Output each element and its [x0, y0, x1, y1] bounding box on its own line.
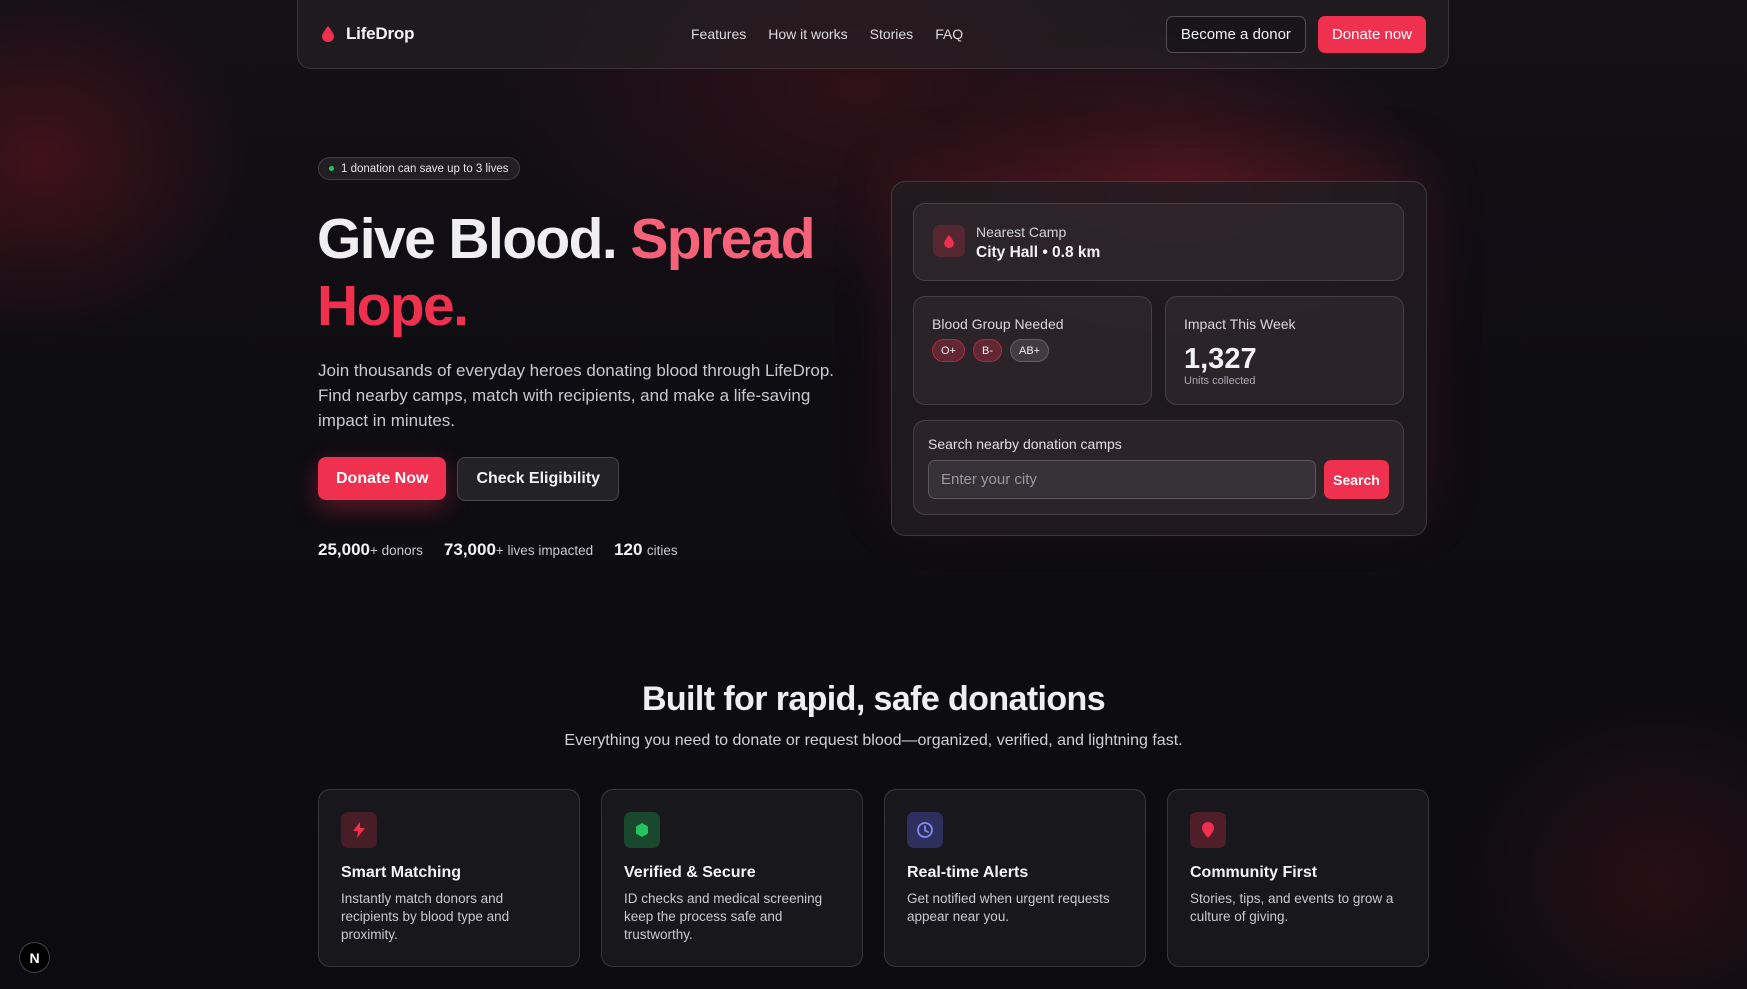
impact-card: Impact This Week 1,327 Units collected	[1165, 296, 1404, 405]
bolt-icon	[341, 812, 377, 848]
hero-title: Give Blood. Spread Hope.	[317, 206, 857, 340]
blood-group-chip[interactable]: B-	[972, 339, 1002, 362]
feature-name: Verified & Secure	[624, 864, 756, 881]
nearest-camp-value: City Hall • 0.8 km	[976, 244, 1101, 261]
nextjs-dev-badge[interactable]: N	[19, 942, 50, 973]
stat-value: 120	[614, 540, 643, 559]
hero-title-dot: .	[453, 274, 469, 338]
feature-card-smart-matching: Smart Matching Instantly match donors an…	[318, 789, 580, 967]
stat-cities: 120 cities	[614, 540, 678, 560]
nav-actions: Become a donor Donate now	[1165, 15, 1426, 53]
stat-label: + donors	[370, 543, 423, 558]
hero-title-part1: Give Blood.	[317, 207, 618, 271]
hero-stats: 25,000+ donors 73,000+ lives impacted 12…	[318, 540, 678, 560]
impact-value: 1,327	[1184, 343, 1257, 375]
donate-now-nav-button[interactable]: Donate now	[1317, 15, 1426, 53]
blood-drop-icon	[933, 225, 965, 257]
feature-card-realtime-alerts: Real-time Alerts Get notified when urgen…	[884, 789, 1146, 967]
stat-value: 73,000	[443, 540, 496, 559]
stat-lives: 73,000+ lives impacted	[444, 540, 593, 560]
feature-card-verified-secure: Verified & Secure ID checks and medical …	[601, 789, 863, 967]
feature-description: Get notified when urgent requests appear…	[907, 891, 1110, 924]
map-pin-icon	[1190, 812, 1226, 848]
hero-description: Join thousands of everyday heroes donati…	[318, 361, 835, 430]
search-button[interactable]: Search	[1324, 460, 1389, 499]
stat-label: cities	[646, 543, 678, 558]
hero-pill-text: 1 donation can save up to 3 lives	[341, 162, 509, 175]
donate-now-button[interactable]: Donate Now	[318, 457, 447, 500]
nav-link-faq[interactable]: FAQ	[935, 26, 963, 42]
top-navbar: LifeDrop Features How it works Stories F…	[297, 0, 1449, 69]
nav-link-how-it-works[interactable]: How it works	[768, 26, 847, 42]
blood-drop-icon	[322, 26, 334, 42]
nearest-camp-card[interactable]: Nearest Camp City Hall • 0.8 km	[913, 203, 1404, 281]
feature-name: Smart Matching	[341, 864, 462, 881]
feature-description: Instantly match donors and recipients by…	[341, 891, 510, 942]
feature-name: Real-time Alerts	[907, 864, 1029, 881]
stat-label: + lives impacted	[495, 543, 594, 558]
feature-name: Community First	[1190, 864, 1318, 881]
feature-description: ID checks and medical screening keep the…	[624, 891, 823, 942]
features-subtitle: Everything you need to donate or request…	[564, 732, 1183, 749]
hero-pill: 1 donation can save up to 3 lives	[318, 157, 520, 180]
hero-title-part3: Hope	[317, 274, 455, 338]
city-search-input[interactable]	[928, 460, 1316, 499]
clock-icon	[907, 812, 943, 848]
become-donor-button[interactable]: Become a donor	[1165, 15, 1306, 53]
hero-buttons: Donate Now Check Eligibility	[318, 457, 620, 501]
search-label: Search nearby donation camps	[928, 436, 1122, 452]
status-dot-icon	[329, 166, 334, 171]
hero-info-panel: Nearest Camp City Hall • 0.8 km Blood Gr…	[891, 181, 1427, 536]
brand-name: LifeDrop	[346, 24, 415, 43]
blood-group-chip[interactable]: AB+	[1009, 339, 1050, 362]
features-title: Built for rapid, safe donations	[641, 680, 1106, 718]
check-eligibility-button[interactable]: Check Eligibility	[457, 457, 620, 501]
blood-group-card: Blood Group Needed O+ B- AB+	[913, 296, 1152, 405]
features-grid: Smart Matching Instantly match donors an…	[318, 789, 1429, 967]
stat-value: 25,000	[318, 540, 370, 559]
blood-group-label: Blood Group Needed	[932, 316, 1064, 332]
feature-description: Stories, tips, and events to grow a cult…	[1190, 891, 1394, 924]
blood-group-chip[interactable]: O+	[932, 339, 965, 362]
impact-label: Impact This Week	[1184, 316, 1296, 332]
stat-donors: 25,000+ donors	[318, 540, 423, 560]
nav-link-stories[interactable]: Stories	[870, 26, 914, 42]
nav-link-features[interactable]: Features	[691, 26, 746, 42]
nearest-camp-label: Nearest Camp	[976, 224, 1067, 240]
camp-search-card: Search nearby donation camps Search	[913, 420, 1404, 515]
impact-sublabel: Units collected	[1184, 375, 1256, 387]
shield-icon	[624, 812, 660, 848]
feature-card-community-first: Community First Stories, tips, and event…	[1167, 789, 1429, 967]
brand[interactable]: LifeDrop	[322, 24, 622, 44]
hero-title-part2: Spread	[630, 207, 815, 271]
nav-links: Features How it works Stories FAQ	[691, 26, 963, 42]
blood-group-chips: O+ B- AB+	[932, 339, 1050, 362]
